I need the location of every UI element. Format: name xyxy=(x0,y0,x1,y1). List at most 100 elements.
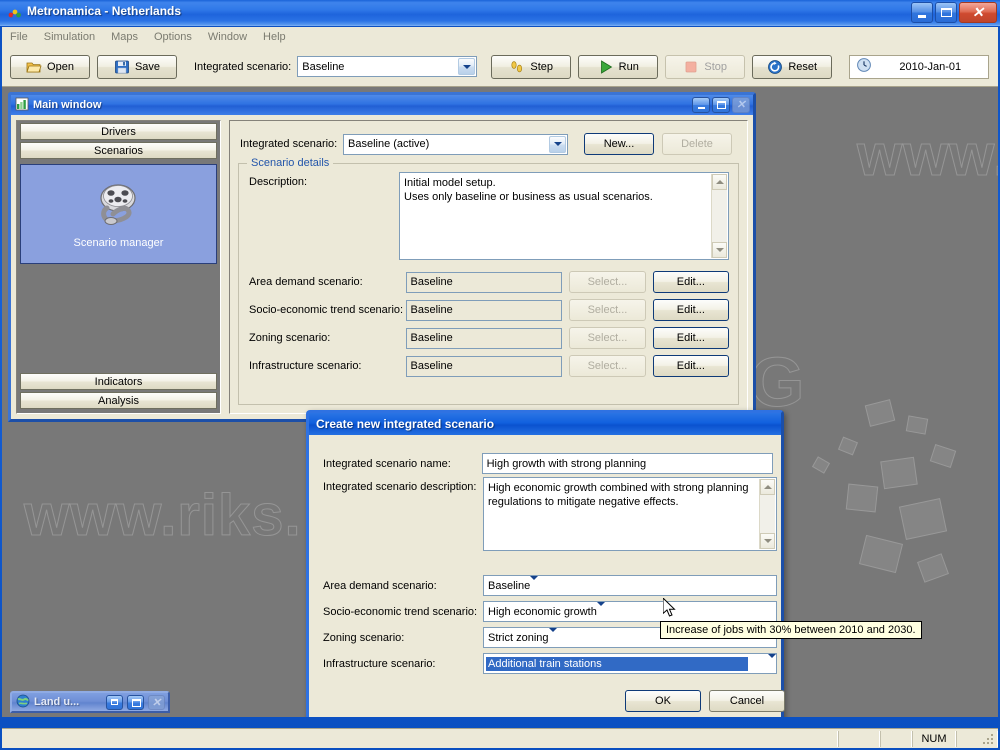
create-scenario-dialog[interactable]: Create new integrated scenario Integrate… xyxy=(306,410,785,717)
main-window[interactable]: Main window ✕ Drivers Scenarios Scenario… xyxy=(8,92,756,422)
maximize-icon xyxy=(941,8,952,17)
floppy-disk-icon xyxy=(114,59,130,75)
reset-button[interactable]: Reset xyxy=(752,54,833,79)
close-icon: ✕ xyxy=(972,4,984,20)
row-value-field[interactable]: Baseline xyxy=(405,355,563,377)
menu-file[interactable]: File xyxy=(2,29,36,45)
dialog-titlebar[interactable]: Create new integrated scenario xyxy=(309,413,781,435)
description-textarea[interactable]: Initial model setup. Uses only baseline … xyxy=(399,172,729,260)
sidebar-item-analysis[interactable]: Analysis xyxy=(20,392,217,409)
sidebar-item-indicators[interactable]: Indicators xyxy=(20,373,217,390)
ok-button[interactable]: OK xyxy=(625,690,701,712)
scenario-description-label: Integrated scenario description: xyxy=(323,481,477,493)
maximize-button[interactable] xyxy=(935,2,957,23)
decor-shape xyxy=(929,444,957,468)
chevron-down-icon[interactable] xyxy=(530,575,539,592)
scenario-name-input[interactable]: High growth with strong planning xyxy=(481,453,773,474)
main-window-minimize-button[interactable] xyxy=(692,97,710,113)
dialog-socio-economic-row: Socio-economic trend scenario: High econ… xyxy=(323,601,778,622)
triangle-down-icon xyxy=(715,248,724,252)
maximize-child-button[interactable] xyxy=(127,694,144,710)
chevron-down-icon[interactable] xyxy=(768,653,776,670)
film-reel-icon xyxy=(91,180,147,233)
scroll-down-button[interactable] xyxy=(760,533,775,549)
row-value-field[interactable]: Baseline xyxy=(405,299,563,321)
integrated-scenario-combo[interactable]: Baseline (active) xyxy=(343,133,568,155)
simulation-date-field[interactable]: 2010-Jan-01 xyxy=(849,54,990,79)
sidebar-item-drivers[interactable]: Drivers xyxy=(20,123,217,140)
metronamica-app-icon xyxy=(7,6,22,21)
scroll-up-button[interactable] xyxy=(760,479,775,495)
chevron-down-icon[interactable] xyxy=(549,135,566,153)
scroll-up-button[interactable] xyxy=(712,174,727,190)
row-value: Baseline xyxy=(410,276,453,288)
run-button[interactable]: Run xyxy=(578,54,659,79)
menu-help[interactable]: Help xyxy=(255,29,294,45)
description-scrollbar[interactable] xyxy=(711,174,727,258)
triangle-up-icon xyxy=(715,180,724,184)
row-value: Baseline xyxy=(488,579,531,592)
row-label: Zoning scenario: xyxy=(323,631,405,644)
sidebar-item-scenarios[interactable]: Scenarios xyxy=(20,142,217,159)
menu-maps[interactable]: Maps xyxy=(103,29,146,45)
restore-icon xyxy=(111,698,118,705)
chevron-down-icon[interactable] xyxy=(596,601,605,618)
chevron-down-icon[interactable] xyxy=(548,627,557,644)
description-value: Initial model setup. Uses only baseline … xyxy=(404,177,653,203)
triangle-up-icon xyxy=(763,485,772,489)
application-title-rest: - Netherlands xyxy=(101,4,182,18)
decor-shape xyxy=(898,498,948,540)
main-window-titlebar[interactable]: Main window ✕ xyxy=(11,95,753,115)
socio-economic-combo[interactable]: High economic growth xyxy=(483,601,777,622)
integrated-scenario-value: Baseline (active) xyxy=(348,138,430,150)
stop-button: Stop xyxy=(665,54,746,79)
restore-button[interactable] xyxy=(106,694,123,710)
scenario-details-group: Scenario details Description: Initial mo… xyxy=(238,157,739,405)
window-controls: ✕ xyxy=(911,2,997,23)
row-value: Baseline xyxy=(410,360,453,372)
infrastructure-combo[interactable]: Additional train stations xyxy=(483,653,777,674)
row-value-field[interactable]: Baseline xyxy=(405,327,563,349)
scenario-description-scrollbar[interactable] xyxy=(759,479,775,549)
statusbar-cell-2 xyxy=(880,730,912,747)
menu-window[interactable]: Window xyxy=(200,29,255,45)
dialog-title: Create new integrated scenario xyxy=(316,417,495,431)
edit-button-label: Edit... xyxy=(676,304,705,316)
minimize-button[interactable] xyxy=(911,2,933,23)
decor-shape xyxy=(837,436,859,456)
menu-options[interactable]: Options xyxy=(146,29,200,45)
edit-button[interactable]: Edit... xyxy=(652,355,729,377)
sidebar-item-label: Scenario manager xyxy=(73,236,164,249)
row-value-field[interactable]: Baseline xyxy=(405,271,563,293)
scroll-down-button[interactable] xyxy=(712,242,727,258)
area-demand-combo[interactable]: Baseline xyxy=(483,575,777,596)
scenario-description-textarea[interactable]: High economic growth combined with stron… xyxy=(483,477,777,551)
main-window-maximize-button[interactable] xyxy=(712,97,730,113)
edit-button[interactable]: Edit... xyxy=(652,299,729,321)
cancel-button[interactable]: Cancel xyxy=(709,690,785,712)
edit-button[interactable]: Edit... xyxy=(652,327,729,349)
resize-grip-icon[interactable] xyxy=(983,734,995,746)
save-button[interactable]: Save xyxy=(97,54,177,79)
statusbar-message xyxy=(2,730,838,747)
sidebar-item-scenario-manager[interactable]: Scenario manager xyxy=(20,164,217,264)
row-label: Socio-economic trend scenario: xyxy=(249,304,404,316)
minimized-child-window[interactable]: Land u... ✕ xyxy=(10,691,170,713)
toolbar-scenario-combo[interactable]: Baseline xyxy=(297,56,478,77)
edit-button[interactable]: Edit... xyxy=(652,271,729,293)
main-window-controls: ✕ xyxy=(692,97,750,113)
socio-economic-row: Socio-economic trend scenario: Baseline … xyxy=(249,299,729,321)
statusbar-cell-1 xyxy=(838,730,880,747)
close-child-button: ✕ xyxy=(148,694,165,710)
main-toolbar: Open Save Integrated scenario: Baseline xyxy=(2,47,998,87)
close-button[interactable]: ✕ xyxy=(959,2,997,23)
chevron-down-icon[interactable] xyxy=(458,58,476,75)
main-window-title: Main window xyxy=(33,99,102,111)
menu-simulation[interactable]: Simulation xyxy=(36,29,103,45)
new-scenario-button[interactable]: New... xyxy=(584,133,654,155)
zoning-row: Zoning scenario: Baseline Select... Edit… xyxy=(249,327,729,349)
open-button[interactable]: Open xyxy=(10,54,90,79)
step-button[interactable]: Step xyxy=(491,54,572,79)
reset-circular-arrow-icon xyxy=(767,59,783,75)
decor-shape xyxy=(917,553,949,583)
